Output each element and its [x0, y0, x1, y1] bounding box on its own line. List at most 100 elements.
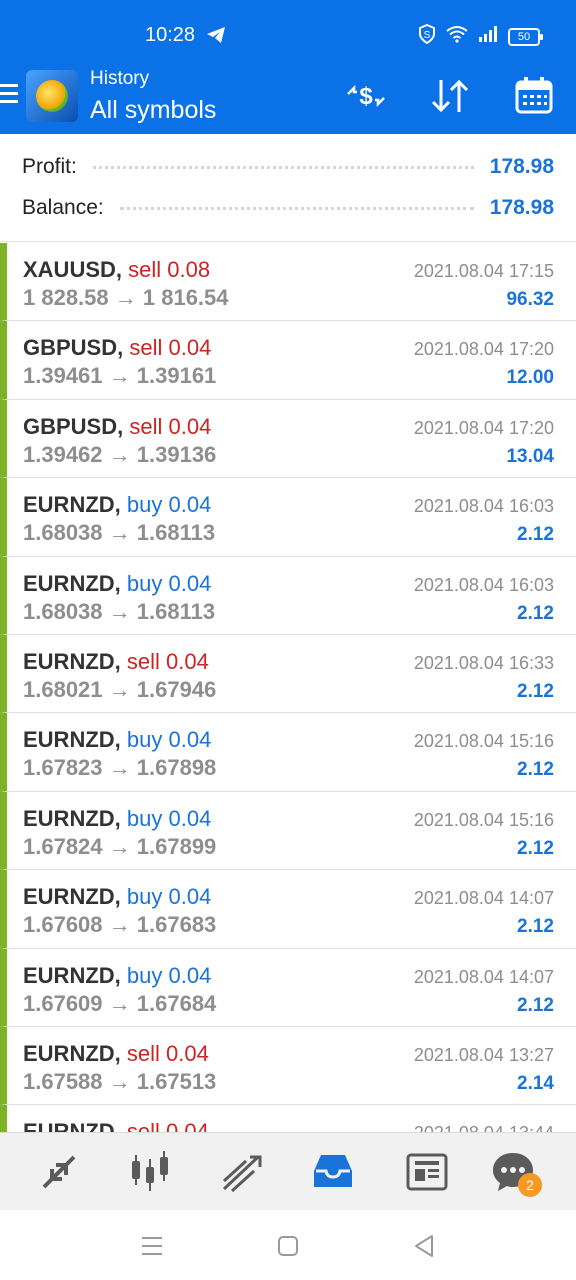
- deal-profit: 2.12: [517, 759, 554, 781]
- deal-list[interactable]: XAUUSD, sell 0.08 1 828.58 → 1 816.54 2021…: [0, 243, 576, 1132]
- news-icon[interactable]: [404, 1149, 452, 1195]
- chart-icon[interactable]: [128, 1149, 176, 1195]
- arrow-right-icon: →: [102, 441, 137, 467]
- deal-volume: 0.04: [166, 1040, 209, 1066]
- deal-prices: 1.67824 → 1.67899: [23, 834, 216, 860]
- deal-symbol: EURNZD: [23, 884, 115, 910]
- sort-icon[interactable]: [428, 76, 472, 116]
- app-logo[interactable]: [26, 70, 78, 122]
- page-title[interactable]: All symbols: [90, 96, 216, 125]
- deal-row[interactable]: XAUUSD, sell 0.08 1 828.58 → 1 816.54 2021…: [0, 243, 576, 322]
- separator: ,: [114, 1040, 127, 1066]
- currency-exchange-icon[interactable]: $: [344, 76, 388, 116]
- balance-label: Balance:: [22, 196, 104, 219]
- deal-type: buy: [126, 805, 163, 831]
- deal-type: sell: [126, 648, 160, 674]
- leader-dots: [119, 206, 474, 210]
- open-price: 1.67824: [23, 833, 103, 859]
- deal-title: EURNZD, buy 0.04: [23, 806, 211, 832]
- open-price: 1.39462: [23, 441, 103, 467]
- profit-value: 178.98: [489, 155, 554, 178]
- bottom-tab-bar: 2: [0, 1132, 576, 1210]
- deal-profit: 2.12: [517, 916, 554, 938]
- separator: ,: [117, 335, 130, 361]
- deal-row[interactable]: EURNZD, buy 0.04 1.67823 → 1.67898 2021.08…: [0, 713, 576, 792]
- quotes-icon[interactable]: [36, 1149, 84, 1195]
- deal-row[interactable]: EURNZD, buy 0.04 1.67609 → 1.67684 2021.08…: [0, 948, 576, 1027]
- deal-title: GBPUSD, sell 0.04: [23, 335, 211, 361]
- trade-icon[interactable]: [220, 1149, 268, 1195]
- separator: ,: [114, 1119, 127, 1132]
- balance-row: Balance: 178.98: [22, 193, 554, 223]
- deal-title: XAUUSD, sell 0.08: [23, 257, 210, 283]
- deal-profit: 12.00: [506, 367, 554, 389]
- calendar-icon[interactable]: [514, 76, 558, 116]
- deal-title: EURNZD, buy 0.04: [23, 963, 211, 989]
- deal-row[interactable]: GBPUSD, sell 0.04 1.39462 → 1.39136 2021.0…: [0, 399, 576, 479]
- history-icon[interactable]: [310, 1149, 358, 1195]
- svg-text:S: S: [424, 30, 431, 41]
- deal-prices: 1.39462 → 1.39136: [23, 442, 216, 468]
- deal-type: buy: [126, 492, 163, 518]
- open-price: 1 828.58: [23, 285, 109, 310]
- chat-icon[interactable]: 2: [490, 1149, 542, 1197]
- menu-icon[interactable]: [0, 84, 18, 108]
- deal-datetime: 2021.08.04 16:03: [413, 496, 554, 517]
- arrow-right-icon: →: [108, 285, 143, 310]
- deal-type: sell: [128, 257, 162, 282]
- deal-title: GBPUSD, sell 0.04: [23, 414, 211, 440]
- deal-symbol: EURNZD: [23, 805, 115, 831]
- deal-symbol: EURNZD: [23, 648, 115, 674]
- deal-type: buy: [126, 570, 163, 596]
- close-price: 1.67683: [136, 912, 217, 938]
- deal-row[interactable]: EURNZD, sell 0.04 1.67588 → 1.67513 2021.0…: [0, 1026, 576, 1106]
- deal-title: EURNZD, buy 0.04: [23, 884, 211, 910]
- open-price: 1.68038: [23, 598, 103, 624]
- deal-row[interactable]: EURNZD, buy 0.04 1.67608 → 1.67683 2021.08…: [0, 870, 576, 949]
- profit-row: Profit: 178.98: [22, 152, 554, 182]
- deal-prices: 1.67588 → 1.67513: [23, 1069, 216, 1095]
- deal-row[interactable]: EURNZD, sell 0.04 2021.08.04 13:44: [0, 1105, 576, 1132]
- deal-volume: 0.04: [168, 570, 212, 596]
- deal-datetime: 2021.08.04 13:44: [414, 1123, 554, 1132]
- close-price: 1.39136: [136, 441, 217, 467]
- home-icon[interactable]: [274, 1232, 302, 1260]
- arrow-right-icon: →: [102, 912, 137, 938]
- deal-profit: 96.32: [506, 289, 554, 310]
- deal-symbol: GBPUSD: [23, 335, 118, 361]
- close-price: 1.67898: [136, 755, 217, 781]
- deal-datetime: 2021.08.04 17:20: [413, 339, 554, 360]
- separator: ,: [114, 570, 127, 596]
- close-price: 1.67899: [136, 833, 217, 859]
- svg-text:$: $: [359, 83, 373, 110]
- deal-row[interactable]: EURNZD, buy 0.04 1.67824 → 1.67899 2021.08…: [0, 791, 576, 871]
- system-navigation-bar: [0, 1210, 576, 1280]
- deal-profit: 2.12: [517, 524, 554, 546]
- deal-symbol: EURNZD: [23, 1119, 115, 1132]
- status-bar: 10:28 S 50: [0, 0, 576, 60]
- arrow-right-icon: →: [102, 520, 137, 546]
- deal-row[interactable]: EURNZD, buy 0.04 1.68038 → 1.68113 2021.08…: [0, 478, 576, 557]
- deal-type: sell: [126, 1040, 160, 1066]
- account-summary: Profit: 178.98 Balance: 178.98: [0, 134, 576, 242]
- deal-volume: 0.04: [168, 962, 212, 988]
- deal-row[interactable]: EURNZD, buy 0.04 1.68038 → 1.68113 2021.08…: [0, 556, 576, 635]
- deal-symbol: GBPUSD: [23, 413, 118, 439]
- deal-datetime: 2021.08.04 17:15: [413, 261, 554, 281]
- deal-symbol: EURNZD: [23, 962, 115, 988]
- separator: ,: [114, 727, 127, 753]
- close-price: 1.67946: [136, 676, 217, 702]
- arrow-right-icon: →: [102, 833, 137, 859]
- deal-row[interactable]: EURNZD, sell 0.04 1.68021 → 1.67946 2021.0…: [0, 634, 576, 714]
- deal-profit: 2.12: [517, 837, 554, 859]
- deal-symbol: EURNZD: [23, 492, 115, 518]
- deal-symbol: XAUUSD: [23, 257, 116, 282]
- deal-type: sell: [129, 413, 163, 439]
- deal-type: buy: [126, 727, 163, 753]
- arrow-right-icon: →: [102, 1068, 137, 1094]
- back-icon[interactable]: [410, 1232, 438, 1260]
- deal-row[interactable]: GBPUSD, sell 0.04 1.39461 → 1.39161 2021.0…: [0, 321, 576, 400]
- recent-apps-icon[interactable]: [138, 1232, 166, 1260]
- balance-value: 178.98: [489, 196, 554, 219]
- top-app-bar: 10:28 S 50 History All symbols $: [0, 0, 576, 134]
